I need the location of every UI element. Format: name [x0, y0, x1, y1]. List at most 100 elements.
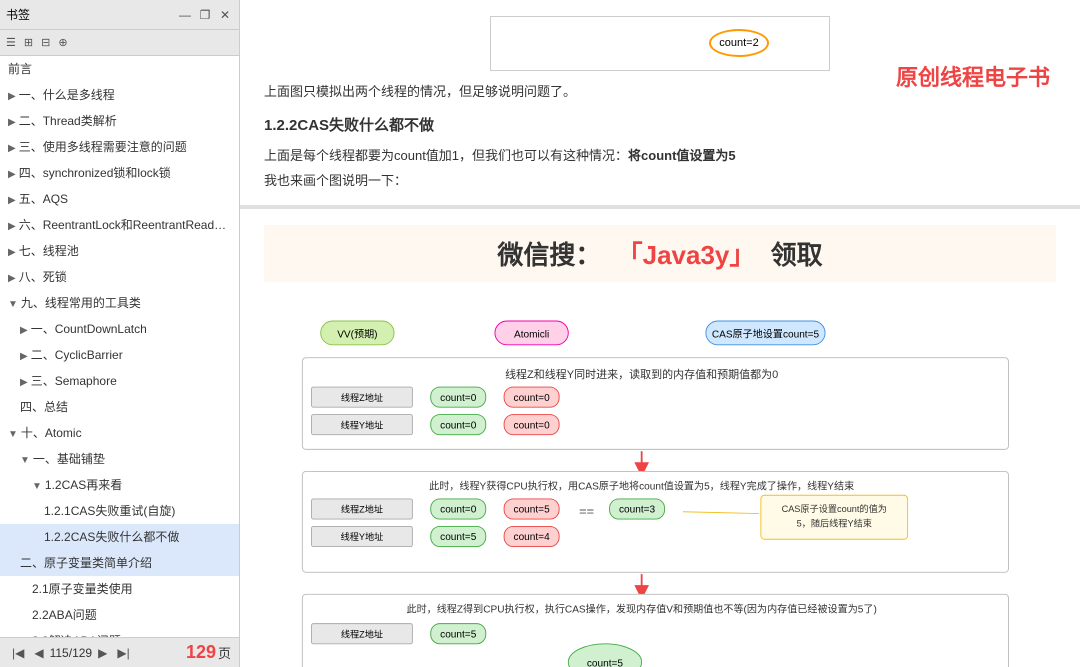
toc-item-9-1[interactable]: ▶一、CountDownLatch [0, 316, 239, 342]
toc-item-atomic-intro[interactable]: 二、原子变量类简单介绍 [0, 550, 239, 576]
toolbar-icons: — ❐ ✕ [177, 7, 233, 23]
svg-text:线程Z地址: 线程Z地址 [341, 392, 383, 403]
prev-page-button[interactable]: ◀ [30, 644, 47, 662]
arrow-icon: ▶ [8, 167, 16, 182]
collapse-icon[interactable]: ⊟ [41, 36, 50, 49]
svg-text:count=0: count=0 [514, 393, 551, 404]
thread-diagram-top: count=2 [490, 16, 830, 71]
toolbar-title: 书签 [6, 6, 30, 23]
expand-icon[interactable]: ⊞ [24, 36, 33, 49]
arrow-icon: ▼ [8, 427, 18, 442]
toc-item-2-1[interactable]: 2.1原子变量类使用 [0, 576, 239, 602]
svg-text:count=0: count=0 [514, 420, 551, 431]
toc-item-9[interactable]: ▼九、线程常用的工具类 [0, 290, 239, 316]
toc-label: 前言 [8, 62, 32, 76]
arrow-icon: ▼ [32, 479, 42, 494]
total-pages: 129 [72, 646, 92, 660]
page-count-badge: 129 [186, 642, 216, 663]
toc-item-10-1[interactable]: ▼一、基础铺垫 [0, 446, 239, 472]
svg-text:count=5: count=5 [440, 532, 477, 543]
toc-item-9-2[interactable]: ▶二、CyclicBarrier [0, 342, 239, 368]
svg-text:线程Y地址: 线程Y地址 [341, 531, 384, 542]
arrow-icon: ▶ [20, 349, 28, 364]
toc-item-6[interactable]: ▶六、ReentrantLock和ReentrantReadW... [0, 212, 239, 238]
svg-text:count=3: count=3 [619, 505, 656, 516]
section-text: 上面是每个线程都要为count值加1，但我们也可以有这种情况：将count值设置… [264, 145, 1056, 164]
svg-text:Atomicli: Atomicli [514, 330, 549, 341]
current-page: 115 [50, 646, 69, 660]
toc-container: 前言 ▶一、什么是多线程 ▶二、Thread类解析 ▶三、使用多线程需要注意的问… [0, 56, 239, 637]
toc-item-10[interactable]: ▼十、Atomic [0, 420, 239, 446]
toolbar-minimize-icon[interactable]: — [177, 7, 193, 23]
svg-text:VV(预期): VV(预期) [337, 329, 377, 341]
arrow-icon: ▶ [8, 89, 16, 104]
svg-text:==: == [579, 503, 594, 518]
svg-text:count=0: count=0 [440, 505, 477, 516]
watermark: 原创线程电子书 [896, 60, 1050, 92]
svg-text:此时，线程Y获得CPU执行权，用CAS原子地将count值设: 此时，线程Y获得CPU执行权，用CAS原子地将count值设置为5，线程Y完成了… [429, 480, 854, 493]
toolbar-close-icon[interactable]: ✕ [217, 7, 233, 23]
arrow-icon: ▶ [20, 323, 28, 338]
toc-item-3[interactable]: ▶三、使用多线程需要注意的问题 [0, 134, 239, 160]
svg-text:count=5: count=5 [514, 505, 551, 516]
toc-item-8[interactable]: ▶八、死锁 [0, 264, 239, 290]
bold-text: 将count值设置为5 [628, 148, 736, 163]
menu-icon[interactable]: ☰ [6, 36, 16, 49]
arrow-icon: ▼ [8, 297, 18, 312]
promo-highlight: 「Java3y」 [617, 240, 756, 270]
page-label: 页 [218, 643, 231, 662]
sub-toolbar: ☰ ⊞ ⊟ ⊕ [0, 30, 239, 56]
arrow-icon: ▶ [8, 141, 16, 156]
toc-item-preface[interactable]: 前言 [0, 56, 239, 82]
right-panel: count=2 上面图只模拟出两个线程的情况，但足够说明问题了。 1.2.2CA… [240, 0, 1080, 667]
toc-item-cas-1[interactable]: 1.2.1CAS失败重试(自旋) [0, 498, 239, 524]
toolbar-restore-icon[interactable]: ❐ [197, 7, 213, 23]
toc-item-5[interactable]: ▶五、AQS [0, 186, 239, 212]
promo-banner: 微信搜： 「Java3y」 领取 [264, 225, 1056, 282]
promo-pre: 微信搜： [497, 240, 601, 270]
svg-text:CAS原子地设置count=5: CAS原子地设置count=5 [712, 328, 820, 341]
arrow-icon: ▶ [8, 219, 16, 234]
arrow-icon: ▶ [8, 193, 16, 208]
main-diagram: VV(预期) Atomicli CAS原子地设置count=5 线程Z和线程Y同… [264, 294, 1056, 667]
toc-item-2[interactable]: ▶二、Thread类解析 [0, 108, 239, 134]
draw-text: 我也来画个图说明一下： [264, 170, 1056, 189]
svg-text:count=0: count=0 [440, 393, 477, 404]
add-bookmark-icon[interactable]: ⊕ [58, 36, 67, 49]
svg-text:此时，线程Z得到CPU执行权，执行CAS操作，发现内存值V和: 此时，线程Z得到CPU执行权，执行CAS操作，发现内存值V和预期值也不等(因为内… [406, 603, 876, 616]
toc-item-4[interactable]: ▶四、synchronized锁和lock锁 [0, 160, 239, 186]
left-panel: 书签 — ❐ ✕ ☰ ⊞ ⊟ ⊕ 前言 ▶一、什么是多线程 ▶二、Thread类… [0, 0, 240, 667]
arrow-icon: ▶ [8, 245, 16, 260]
arrow-icon: ▶ [8, 115, 16, 130]
svg-text:5，随后线程Y结束: 5，随后线程Y结束 [797, 517, 872, 528]
svg-text:线程Z地址: 线程Z地址 [341, 504, 383, 515]
arrow-icon: ▶ [20, 375, 28, 390]
svg-text:count=4: count=4 [514, 532, 551, 543]
toc-item-cas-2[interactable]: 1.2.2CAS失败什么都不做 [0, 524, 239, 550]
svg-text:count=5: count=5 [440, 629, 477, 640]
svg-text:count=5: count=5 [587, 659, 624, 667]
svg-text:线程Z和线程Y同时进来，读取到的内存值和预期值都为0: 线程Z和线程Y同时进来，读取到的内存值和预期值都为0 [505, 367, 778, 381]
toolbar: 书签 — ❐ ✕ [0, 0, 239, 30]
toc-item-1[interactable]: ▶一、什么是多线程 [0, 82, 239, 108]
promo-text: 微信搜： 「Java3y」 领取 [284, 235, 1036, 272]
svg-text:线程Y地址: 线程Y地址 [341, 419, 384, 430]
toc-item-2-2[interactable]: 2.2ABA问题 [0, 602, 239, 628]
toc-item-2-3[interactable]: 2.3解决ABA问题 [0, 628, 239, 637]
next-page-button[interactable]: ▶ [94, 644, 111, 662]
toc-item-7[interactable]: ▶七、线程池 [0, 238, 239, 264]
svg-text:count=0: count=0 [440, 420, 477, 431]
last-page-button[interactable]: ▶| [113, 644, 133, 662]
promo-section: 微信搜： 「Java3y」 领取 VV(预期) Atomicli CAS原子地设… [240, 209, 1080, 667]
top-section: count=2 上面图只模拟出两个线程的情况，但足够说明问题了。 1.2.2CA… [240, 0, 1080, 209]
promo-post: 领取 [771, 240, 823, 270]
toc-item-semaphore[interactable]: ▶三、Semaphore [0, 368, 239, 394]
toc-item-9-4[interactable]: 四、总结 [0, 394, 239, 420]
toc-item-cas[interactable]: ▼1.2CAS再来看 [0, 472, 239, 498]
cas-diagram-svg: VV(预期) Atomicli CAS原子地设置count=5 线程Z和线程Y同… [284, 294, 1036, 667]
arrow-icon: ▶ [8, 271, 16, 286]
first-page-button[interactable]: |◀ [8, 644, 28, 662]
bottom-bar: |◀ ◀ 115/129 ▶ ▶| 129 页 [0, 637, 239, 667]
section-heading: 1.2.2CAS失败什么都不做 [264, 114, 1056, 135]
svg-text:线程Z地址: 线程Z地址 [341, 628, 383, 639]
